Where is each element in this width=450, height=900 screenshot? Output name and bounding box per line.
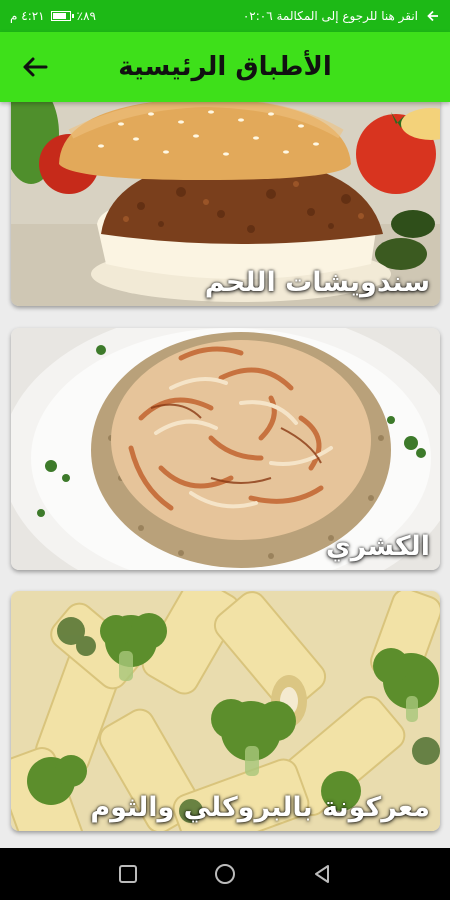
home-button[interactable] [209,858,241,890]
dish-card-pasta-broccoli[interactable]: معركونة بالبروكلي والثوم [11,591,440,831]
status-left: ٤:٢١ م ٪٨٩ [10,9,96,23]
dish-label: سندويشات اللحم [204,267,430,298]
page-title: الأطباق الرئيسية [118,52,332,82]
battery-percent: ٪٨٩ [76,9,96,23]
call-notice-text: انقر هنا للرجوع إلى المكالمة ٠٢:٠٦ [242,9,418,23]
status-time: ٤:٢١ م [10,9,45,23]
battery-icon [50,11,74,21]
dish-card-meat-sandwich[interactable]: سندويشات اللحم [11,102,440,306]
system-nav-bar [0,848,450,900]
status-bar: ٤:٢١ م ٪٨٩ انقر هنا للرجوع إلى المكالمة … [0,0,450,32]
app-bar: الأطباق الرئيسية [0,32,450,102]
dish-list[interactable]: سندويشات اللحم الكشري معركونة بالبروكلي … [0,102,450,848]
arrow-back-icon[interactable] [18,50,52,84]
recent-apps-button[interactable] [112,858,144,890]
back-button[interactable] [306,858,338,890]
home-icon [214,864,235,884]
dish-card-koshari[interactable]: الكشري [11,328,440,570]
dish-label: الكشري [325,531,430,562]
recent-apps-icon [119,865,138,883]
back-triangle-icon [314,865,329,883]
return-to-call-banner[interactable]: انقر هنا للرجوع إلى المكالمة ٠٢:٠٦ [243,9,440,23]
back-arrow-icon [427,10,438,22]
dish-label: معركونة بالبروكلي والثوم [90,792,430,823]
